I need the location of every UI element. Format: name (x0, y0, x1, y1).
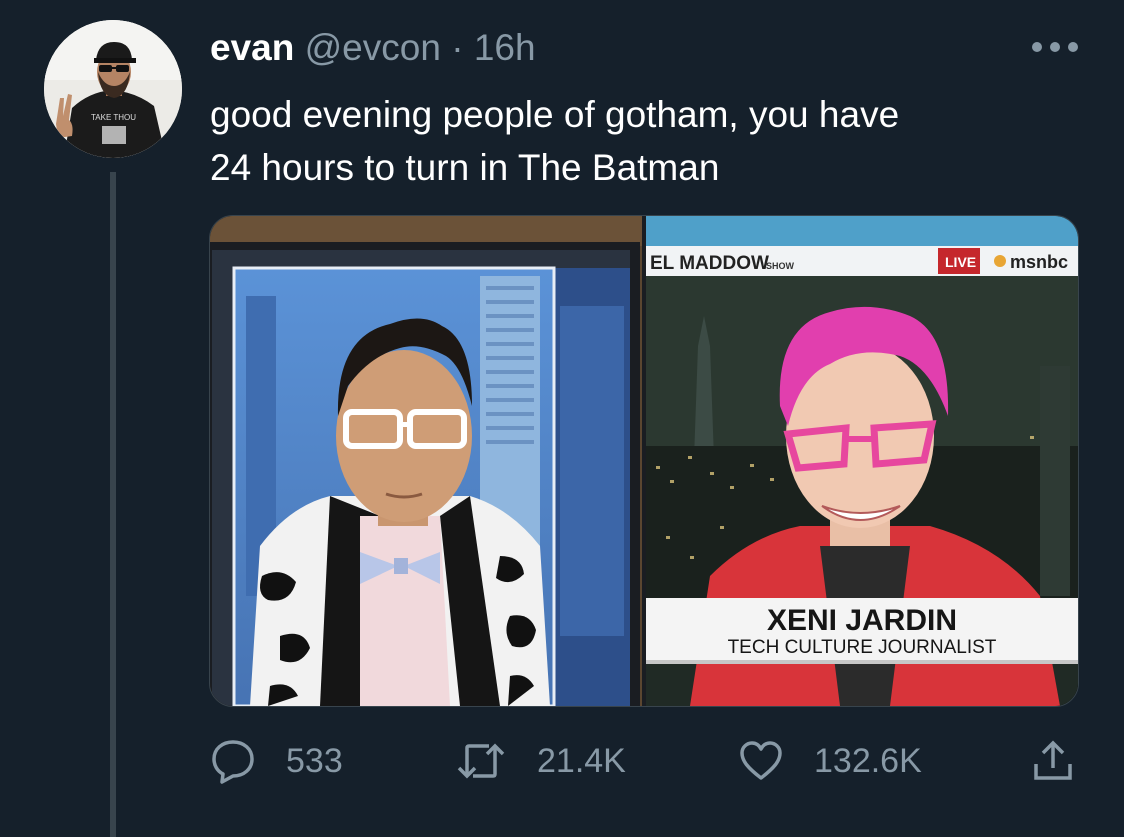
network-logo: msnbc (1010, 252, 1068, 272)
show-banner: EL MADDOW (650, 253, 769, 274)
live-badge: LIVE (945, 254, 976, 270)
timestamp[interactable]: 16h (474, 27, 536, 68)
like-count: 132.6K (814, 741, 922, 780)
share-icon (1034, 740, 1072, 780)
tweet-header: evan @evcon · 16h (210, 28, 536, 68)
show-banner-suffix: SHOW (766, 261, 795, 271)
reply-count: 533 (286, 741, 343, 780)
right-panel-image: EL MADDOW SHOW LIVE msnbc XENI JARDIN TE… (646, 216, 1078, 706)
avatar[interactable]: TAKE THOU (44, 20, 182, 158)
thread-line (110, 172, 116, 837)
header-separator: · (451, 27, 464, 68)
reply-button[interactable]: 533 (210, 735, 343, 787)
like-button[interactable]: 132.6K (738, 735, 922, 787)
avatar-photo: TAKE THOU (44, 20, 182, 158)
share-button[interactable] (1030, 735, 1106, 787)
reply-icon (212, 740, 254, 784)
lower-third-title: TECH CULTURE JOURNALIST (728, 637, 997, 658)
avatar-shirt-text: TAKE THOU (91, 113, 136, 122)
retweet-count: 21.4K (537, 741, 626, 780)
user-handle[interactable]: @evcon (305, 27, 441, 68)
tweet-actions: 533 21.4K 132.6K (210, 735, 1080, 787)
more-icon[interactable] (1030, 40, 1080, 54)
tweet-text: good evening people of gotham, you have … (210, 94, 900, 188)
retweet-icon (457, 743, 505, 779)
tweet-media[interactable]: EL MADDOW SHOW LIVE msnbc XENI JARDIN TE… (209, 215, 1079, 707)
retweet-button[interactable]: 21.4K (455, 735, 626, 787)
left-panel-image (210, 216, 642, 706)
display-name[interactable]: evan (210, 27, 294, 68)
like-icon (740, 741, 782, 780)
lower-third-name: XENI JARDIN (767, 604, 957, 637)
tweet: TAKE THOU evan @evcon · 16h good evening… (0, 0, 1124, 837)
media-image: EL MADDOW SHOW LIVE msnbc XENI JARDIN TE… (210, 216, 1078, 706)
